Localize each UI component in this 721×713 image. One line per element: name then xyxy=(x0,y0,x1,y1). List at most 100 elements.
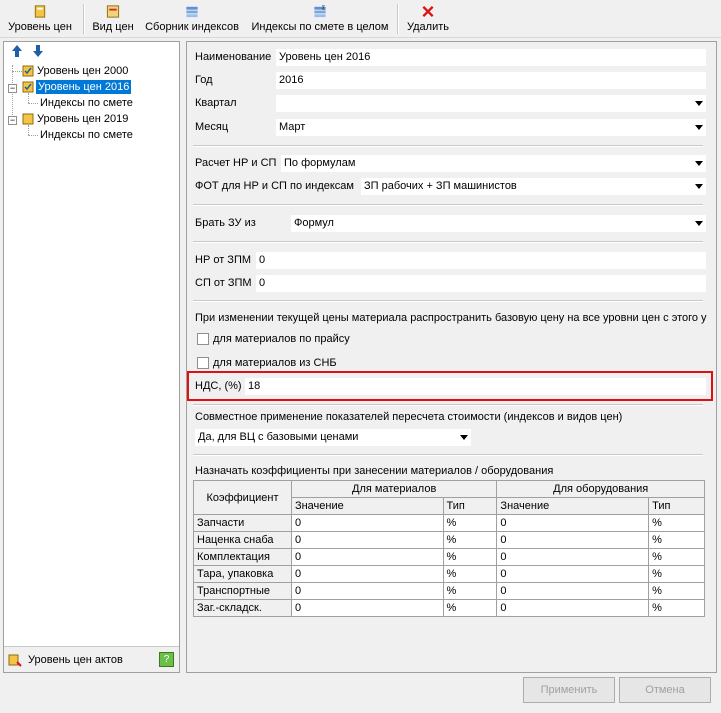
coef-name: Запчасти xyxy=(193,514,292,532)
snb-checkbox[interactable] xyxy=(197,357,209,369)
month-value: Март xyxy=(279,121,306,133)
mat-value-cell[interactable]: 0 xyxy=(290,548,444,566)
nr-label: НР от ЗПМ xyxy=(195,254,252,266)
move-down-icon[interactable] xyxy=(31,44,45,58)
chevron-down-icon xyxy=(695,184,703,189)
mat-type-cell[interactable]: % xyxy=(442,514,498,532)
eq-value-cell[interactable]: 0 xyxy=(496,548,650,566)
eq-type-cell[interactable]: % xyxy=(648,599,705,617)
cancel-button[interactable]: Отмена xyxy=(619,677,711,703)
name-field[interactable]: Уровень цен 2016 xyxy=(276,49,706,66)
coef-name: Наценка снаба xyxy=(193,531,292,549)
index-collection-label: Сборник индексов xyxy=(145,21,239,33)
name-label: Наименование xyxy=(195,51,272,63)
coef-name: Тара, упаковка xyxy=(193,565,292,583)
sp-label: СП от ЗПМ xyxy=(195,277,252,289)
chevron-down-icon xyxy=(460,435,468,440)
delete-label: Удалить xyxy=(407,21,449,33)
year-field[interactable]: 2016 xyxy=(276,72,706,89)
collapse-icon[interactable]: − xyxy=(8,84,17,93)
mat-value-cell[interactable]: 0 xyxy=(290,531,444,549)
tree-footer: Уровень цен актов ? xyxy=(4,646,179,672)
eq-value-header: Значение xyxy=(496,497,650,515)
table-row: Тара, упаковка 0 % 0 % xyxy=(193,565,705,583)
mat-type-cell[interactable]: % xyxy=(442,531,498,549)
mat-type-header: Тип xyxy=(442,497,498,515)
tree-item-label: Уровень цен 2000 xyxy=(37,65,129,77)
collapse-icon[interactable]: − xyxy=(8,116,17,125)
price-level-button[interactable]: Уровень цен xyxy=(4,4,76,36)
divider xyxy=(193,454,703,456)
zu-value: Формул xyxy=(294,217,334,229)
tree-line xyxy=(12,71,22,72)
eq-value-cell[interactable]: 0 xyxy=(496,599,650,617)
mat-type-cell[interactable]: % xyxy=(442,582,498,600)
quarter-select[interactable] xyxy=(276,95,706,112)
tree-line xyxy=(28,125,29,135)
price-level-label: Уровень цен xyxy=(8,21,72,33)
coef-name: Заг.-складск. xyxy=(193,599,292,617)
joint-select[interactable]: Да, для ВЦ с базовыми ценами xyxy=(195,429,471,446)
mat-value-cell[interactable]: 0 xyxy=(290,582,444,600)
propagate-text: При изменении текущей цены материала рас… xyxy=(195,312,707,324)
eq-type-cell[interactable]: % xyxy=(648,514,705,532)
acts-level-icon xyxy=(8,654,22,667)
coef-column-header: Коэффициент xyxy=(193,480,292,515)
divider xyxy=(193,204,703,206)
delete-button[interactable]: Удалить xyxy=(404,4,452,36)
eq-type-cell[interactable]: % xyxy=(648,565,705,583)
price-list-checkbox-label: для материалов по прайсу xyxy=(213,333,350,345)
tree-item-estimate-indices[interactable]: Индексы по смете xyxy=(40,128,133,142)
estimate-indices-button[interactable]: Σ Индексы по смете в целом xyxy=(248,4,392,36)
toolbar-separator xyxy=(83,4,85,34)
nr-field[interactable]: 0 xyxy=(256,252,706,269)
acts-level-help-button[interactable]: ? xyxy=(159,652,174,667)
eq-value-cell[interactable]: 0 xyxy=(496,565,650,583)
toolbar-separator xyxy=(397,4,399,34)
price-level-icon xyxy=(22,113,34,125)
index-collection-icon xyxy=(186,6,198,18)
price-level-icon xyxy=(22,81,34,93)
mat-value-cell[interactable]: 0 xyxy=(290,514,444,532)
calc-label: Расчет НР и СП xyxy=(195,157,277,169)
apply-button[interactable]: Применить xyxy=(523,677,615,703)
joint-label: Совместное применение показателей пересч… xyxy=(195,411,623,423)
materials-column-header: Для материалов xyxy=(290,480,498,498)
eq-value-cell[interactable]: 0 xyxy=(496,531,650,549)
svg-text:Σ: Σ xyxy=(322,6,326,12)
sp-field[interactable]: 0 xyxy=(256,275,706,292)
mat-value-cell[interactable]: 0 xyxy=(290,565,444,583)
table-row: Комплектация 0 % 0 % xyxy=(193,548,705,566)
eq-type-cell[interactable]: % xyxy=(648,548,705,566)
tree-item-estimate-indices[interactable]: Индексы по смете xyxy=(40,96,133,110)
tree-item-label-selected: Уровень цен 2016 xyxy=(36,80,132,94)
mat-type-cell[interactable]: % xyxy=(442,548,498,566)
mat-type-cell[interactable]: % xyxy=(442,565,498,583)
eq-type-cell[interactable]: % xyxy=(648,582,705,600)
coef-name: Комплектация xyxy=(193,548,292,566)
eq-value-cell[interactable]: 0 xyxy=(496,582,650,600)
chevron-down-icon xyxy=(695,161,703,166)
eq-value-cell[interactable]: 0 xyxy=(496,514,650,532)
table-row: Запчасти 0 % 0 % xyxy=(193,514,705,532)
fot-select[interactable]: ЗП рабочих + ЗП машинистов xyxy=(361,178,706,195)
month-select[interactable]: Март xyxy=(276,119,706,136)
move-up-icon[interactable] xyxy=(10,44,24,58)
acts-level-label: Уровень цен актов xyxy=(28,654,123,666)
chevron-down-icon xyxy=(695,221,703,226)
zu-select[interactable]: Формул xyxy=(291,215,706,232)
index-collection-button[interactable]: Сборник индексов xyxy=(142,4,242,36)
mat-type-cell[interactable]: % xyxy=(442,599,498,617)
price-list-checkbox[interactable] xyxy=(197,333,209,345)
eq-type-cell[interactable]: % xyxy=(648,531,705,549)
equipment-column-header: Для оборудования xyxy=(496,480,705,498)
mat-value-cell[interactable]: 0 xyxy=(290,599,444,617)
year-label: Год xyxy=(195,74,213,86)
divider xyxy=(193,404,703,406)
calc-select[interactable]: По формулам xyxy=(281,155,706,172)
divider xyxy=(193,300,703,302)
price-type-button[interactable]: Вид цен xyxy=(90,4,136,36)
snb-checkbox-label: для материалов из СНБ xyxy=(213,357,337,369)
nds-field[interactable]: 18 xyxy=(245,378,706,395)
table-row: Заг.-складск. 0 % 0 % xyxy=(193,599,705,617)
